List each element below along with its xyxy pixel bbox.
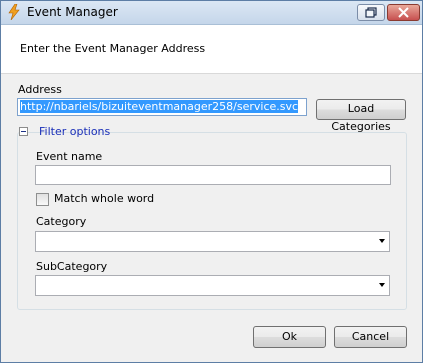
- header-instruction: Enter the Event Manager Address: [20, 42, 206, 55]
- address-label: Address: [18, 83, 62, 96]
- dialog-header: Enter the Event Manager Address: [1, 25, 422, 74]
- chevron-down-icon: [379, 239, 385, 243]
- category-label: Category: [36, 215, 87, 228]
- restore-icon: [365, 7, 377, 18]
- match-whole-word-checkbox[interactable]: [36, 193, 49, 206]
- chevron-down-icon: [379, 283, 385, 287]
- subcategory-label: SubCategory: [36, 260, 108, 273]
- category-dropdown[interactable]: [35, 231, 390, 252]
- close-button[interactable]: [387, 4, 420, 21]
- address-value: http://nbariels/bizuiteventmanager258/se…: [20, 100, 299, 113]
- ok-button[interactable]: Ok: [253, 326, 326, 348]
- event-manager-window: Event Manager Enter the Event Manager Ad…: [0, 0, 423, 363]
- subcategory-dropdown[interactable]: [35, 275, 390, 296]
- load-categories-button[interactable]: Load Categories: [316, 99, 406, 133]
- window-title: Event Manager: [27, 5, 118, 19]
- match-whole-word-label[interactable]: Match whole word: [54, 192, 154, 205]
- event-name-input[interactable]: [35, 165, 391, 185]
- event-name-label: Event name: [36, 150, 103, 163]
- address-input[interactable]: http://nbariels/bizuiteventmanager258/se…: [17, 98, 307, 116]
- filter-options-header[interactable]: Filter options: [19, 125, 110, 139]
- title-bar[interactable]: Event Manager: [1, 1, 422, 25]
- collapse-icon[interactable]: [19, 127, 28, 136]
- filter-options-legend: Filter options: [39, 125, 111, 138]
- cancel-button[interactable]: Cancel: [334, 326, 407, 348]
- close-icon: [398, 7, 409, 18]
- lightning-bolt-icon: [8, 4, 20, 20]
- restore-button[interactable]: [357, 4, 385, 21]
